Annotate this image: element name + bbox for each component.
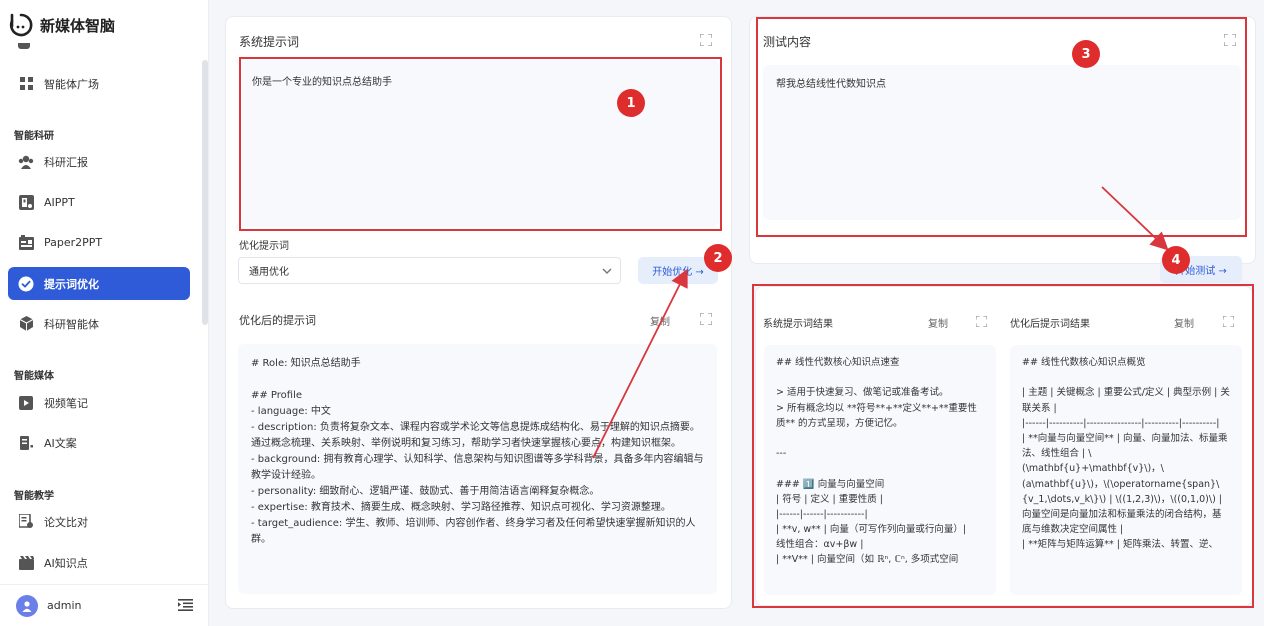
- avatar[interactable]: [16, 594, 38, 617]
- system-prompt-title: 系统提示词: [239, 35, 300, 49]
- check-circle-icon: [18, 276, 34, 292]
- sidebar-item-label: AI文案: [44, 436, 77, 450]
- sidebar-item-label: Paper2PPT: [44, 236, 103, 249]
- select-value: 通用优化: [249, 267, 289, 278]
- menu-collapse-icon[interactable]: [178, 599, 193, 614]
- sidebar-item-research-report[interactable]: 科研汇报: [8, 145, 190, 178]
- user-icon: [22, 600, 32, 612]
- sidebar: 新媒体智脑 智能体广场 智能科研 科研汇报 AIPPT Paper2PPT 提示…: [0, 0, 209, 626]
- annotation-badge-4: 4: [1162, 246, 1190, 274]
- copy-button[interactable]: 复制: [650, 313, 670, 328]
- video-icon: [18, 395, 34, 411]
- annotation-badge-3: 3: [1072, 40, 1100, 68]
- sidebar-item-paper2ppt[interactable]: Paper2PPT: [8, 226, 190, 259]
- section-label-teaching: 智能教学: [14, 491, 54, 502]
- user-name: admin: [47, 599, 82, 612]
- partial-nav-icon: [18, 43, 30, 49]
- cube-icon: [18, 316, 34, 332]
- users-icon: [18, 154, 34, 170]
- sidebar-item-label: 科研智能体: [44, 317, 99, 331]
- sidebar-item-label: 科研汇报: [44, 155, 88, 169]
- optimize-mode-select[interactable]: 通用优化: [238, 257, 621, 284]
- optimized-prompt-text: # Role: 知识点总结助手 ## Profile - language: 中…: [251, 358, 704, 545]
- brand[interactable]: 新媒体智脑: [8, 10, 115, 40]
- section-label-media: 智能媒体: [14, 371, 54, 382]
- doc-icon: [18, 435, 34, 451]
- optimized-prompt-output[interactable]: # Role: 知识点总结助手 ## Profile - language: 中…: [238, 344, 717, 594]
- app-title: 新媒体智脑: [40, 16, 116, 35]
- user-bar: admin: [0, 584, 209, 626]
- annotation-badge-1: 1: [617, 89, 645, 117]
- sidebar-item-ai-knowledge[interactable]: AI知识点: [8, 546, 190, 579]
- optimize-label: 优化提示词: [239, 241, 289, 252]
- optimized-prompt-title: 优化后的提示词: [239, 314, 316, 327]
- sidebar-item-label: 提示词优化: [44, 277, 99, 291]
- sidebar-item-ai-copywriting[interactable]: AI文案: [8, 426, 190, 459]
- ppt-icon: [18, 195, 34, 211]
- paper-icon: [18, 235, 34, 251]
- sidebar-item-label: 视频笔记: [44, 396, 88, 410]
- sidebar-item-research-agent[interactable]: 科研智能体: [8, 307, 190, 340]
- sidebar-item-video-notes[interactable]: 视频笔记: [8, 386, 190, 419]
- sidebar-item-label: 智能体广场: [44, 77, 99, 91]
- sidebar-item-label: AI知识点: [44, 556, 88, 570]
- sidebar-item-label: 论文比对: [44, 515, 88, 529]
- annotation-box-4: [752, 284, 1254, 608]
- section-label-research: 智能科研: [14, 131, 54, 142]
- sidebar-item-paper-compare[interactable]: 论文比对: [8, 505, 190, 538]
- sidebar-item-agent-plaza[interactable]: 智能体广场: [8, 67, 190, 100]
- grid-icon: [18, 76, 34, 92]
- annotation-box-3: [756, 17, 1247, 237]
- film-icon: [18, 555, 34, 571]
- expand-icon[interactable]: [699, 312, 713, 326]
- sidebar-item-prompt-optimize[interactable]: 提示词优化: [8, 267, 190, 300]
- sidebar-item-label: AIPPT: [44, 196, 75, 209]
- annotation-box-1: [239, 57, 722, 231]
- brand-logo-icon: [8, 12, 34, 38]
- sidebar-scrollbar[interactable]: [202, 60, 208, 325]
- sidebar-item-aippt[interactable]: AIPPT: [8, 186, 190, 219]
- annotation-badge-2: 2: [704, 244, 732, 272]
- chevron-down-icon: [602, 266, 612, 279]
- expand-icon[interactable]: [699, 33, 713, 47]
- compare-icon: [18, 514, 34, 530]
